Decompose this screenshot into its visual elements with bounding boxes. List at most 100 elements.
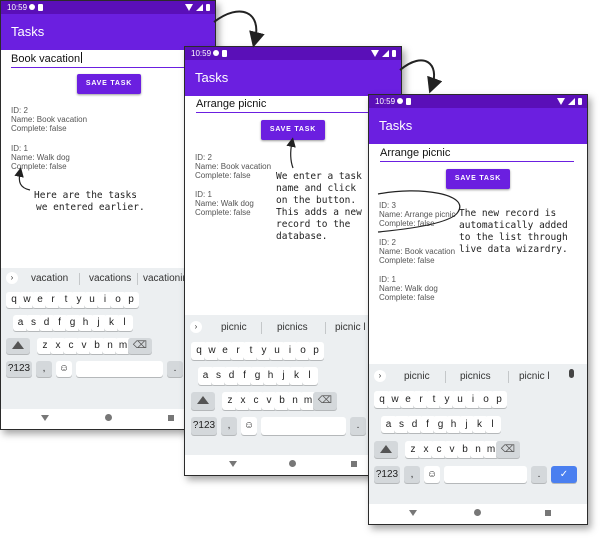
record-complete: Complete: false [195, 208, 251, 217]
battery-icon [206, 4, 210, 11]
suggestion-item[interactable]: picnic [404, 371, 430, 382]
record-name: Name: Book vacation [11, 115, 88, 124]
suggestion-item[interactable]: vacationin [143, 273, 188, 284]
space-key[interactable] [76, 361, 163, 377]
emoji-icon: ☺ [243, 420, 255, 431]
space-key[interactable] [444, 466, 527, 483]
emoji-icon: ☺ [426, 469, 438, 480]
comma-key[interactable]: , [36, 361, 52, 377]
nav-recents-icon[interactable] [351, 461, 357, 467]
nav-recents-icon[interactable] [545, 510, 551, 516]
key-l[interactable]: l [116, 315, 133, 331]
wifi-icon [185, 4, 193, 11]
battery-icon [578, 98, 582, 105]
handwritten-note-2: We enter a task name and click on the bu… [276, 171, 362, 242]
backspace-icon: ⌫ [500, 444, 516, 455]
key-p[interactable]: p [123, 292, 139, 308]
gear-icon [213, 50, 219, 56]
task-name-input[interactable]: Arrange picnic [380, 146, 574, 162]
comma-key[interactable]: , [221, 417, 237, 435]
backspace-key[interactable]: ⌫ [313, 392, 337, 410]
period-key[interactable]: . [167, 361, 183, 377]
nav-back-icon[interactable] [229, 461, 237, 467]
nav-recents-icon[interactable] [168, 415, 174, 421]
suggestion-item[interactable]: picnics [460, 371, 491, 382]
suggestion-item[interactable]: picnic l [519, 371, 550, 382]
flow-arrow-1 [213, 10, 265, 48]
task-record: ID: 2 Name: Book vacation Complete: fals… [379, 238, 455, 265]
record-name: Name: Walk dog [11, 153, 70, 162]
navigation-bar [369, 504, 587, 522]
nav-home-icon[interactable] [289, 460, 296, 467]
symbols-key[interactable]: ?123 [374, 466, 400, 483]
key-p[interactable]: p [491, 391, 507, 408]
symbols-key[interactable]: ?123 [6, 361, 32, 377]
record-id: ID: 1 [195, 190, 212, 199]
task-name-value: Book vacation [11, 53, 81, 65]
suggestion-item[interactable]: picnic [221, 322, 247, 333]
phone-screen-3: 10:59 Tasks Arrange picnic SAVE TASK ID:… [368, 94, 588, 525]
key-l[interactable]: l [484, 416, 501, 433]
record-name: Name: Book vacation [195, 162, 272, 171]
shift-key[interactable] [191, 392, 215, 410]
space-key[interactable] [261, 417, 346, 435]
suggestion-item[interactable]: vacations [89, 273, 131, 284]
enter-key[interactable]: ✓ [551, 466, 577, 483]
app-bar-title: Tasks [369, 108, 587, 144]
key-l[interactable]: l [301, 367, 318, 385]
expand-arrow-icon[interactable]: › [6, 272, 18, 284]
emoji-key[interactable]: ☺ [56, 361, 72, 377]
shift-icon [12, 341, 24, 350]
suggestion-strip: › picnic picnics picnic l [369, 366, 587, 388]
record-name: Name: Walk dog [195, 199, 254, 208]
signal-icon [568, 98, 575, 105]
period-key[interactable]: . [531, 466, 547, 483]
handwritten-note-3: The new record is automatically added to… [459, 208, 568, 255]
backspace-icon: ⌫ [132, 340, 148, 351]
save-task-button[interactable]: SAVE TASK [77, 74, 141, 94]
status-time: 10:59 [7, 3, 28, 12]
suggestion-item[interactable]: picnic l [335, 322, 366, 333]
record-id: ID: 2 [379, 238, 396, 247]
suggestion-item[interactable]: vacation [31, 273, 68, 284]
record-complete: Complete: false [195, 171, 251, 180]
app-bar-title: Tasks [1, 14, 215, 50]
mic-icon[interactable] [569, 369, 574, 378]
period-key[interactable]: . [350, 417, 366, 435]
task-record: ID: 3 Name: Arrange picnic Complete: fal… [379, 201, 455, 228]
save-task-button[interactable]: SAVE TASK [446, 169, 510, 189]
shift-key[interactable] [6, 338, 30, 354]
shift-icon [197, 396, 209, 405]
comma-key[interactable]: , [404, 466, 420, 483]
task-name-input[interactable]: Book vacation [11, 52, 207, 68]
symbols-key[interactable]: ?123 [191, 417, 217, 435]
backspace-key[interactable]: ⌫ [496, 441, 520, 458]
suggestion-divider [79, 273, 80, 285]
emoji-key[interactable]: ☺ [241, 417, 257, 435]
emoji-key[interactable]: ☺ [424, 466, 440, 483]
suggestion-divider [325, 322, 326, 334]
suggestion-divider [137, 273, 138, 285]
record-complete: Complete: false [379, 256, 435, 265]
backspace-key[interactable]: ⌫ [128, 338, 152, 354]
nav-home-icon[interactable] [105, 414, 112, 421]
handwritten-note-1: Here are the tasks we entered earlier. [34, 190, 145, 213]
task-record: ID: 1 Name: Walk dog Complete: false [11, 144, 70, 171]
nav-back-icon[interactable] [41, 415, 49, 421]
task-name-value: Arrange picnic [380, 147, 451, 159]
expand-arrow-icon[interactable]: › [190, 321, 202, 333]
nav-back-icon[interactable] [409, 510, 417, 516]
task-name-input[interactable]: Arrange picnic [196, 97, 388, 113]
task-record: ID: 2 Name: Book vacation Complete: fals… [11, 106, 87, 133]
wifi-icon [557, 98, 565, 105]
backspace-icon: ⌫ [317, 395, 333, 406]
nav-home-icon[interactable] [474, 509, 481, 516]
save-task-button[interactable]: SAVE TASK [261, 120, 325, 140]
suggestion-item[interactable]: picnics [277, 322, 308, 333]
key-p[interactable]: p [308, 342, 324, 360]
task-record: ID: 1 Name: Walk dog Complete: false [195, 190, 254, 217]
record-name: Name: Book vacation [379, 247, 456, 256]
shift-key[interactable] [374, 441, 398, 458]
expand-arrow-icon[interactable]: › [374, 370, 386, 382]
shift-icon [380, 445, 392, 454]
